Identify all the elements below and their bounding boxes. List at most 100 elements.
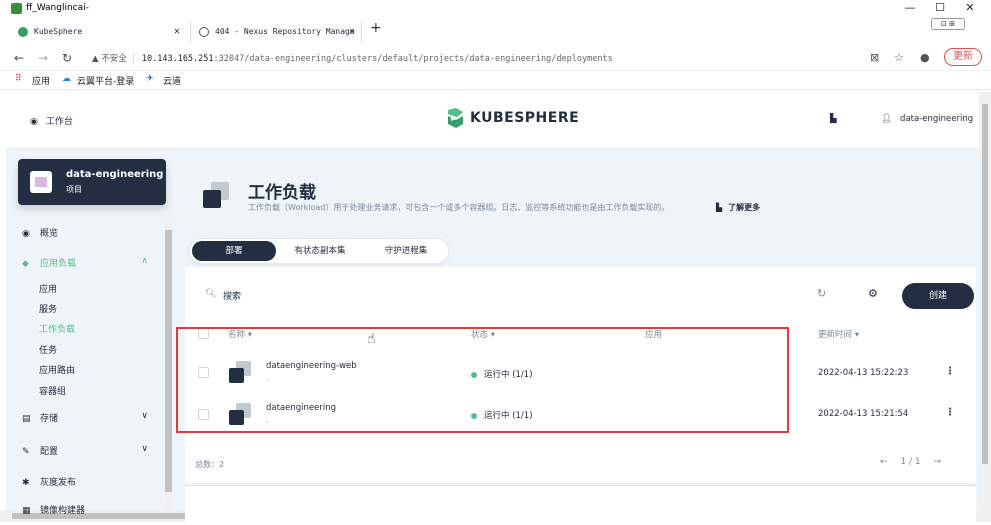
gear-icon[interactable]: ⚙	[868, 287, 878, 300]
tab-deployments[interactable]: 部署	[192, 241, 276, 261]
more-actions-icon[interactable]: ⋮	[945, 407, 955, 418]
sidebar-sub-workloads[interactable]: 工作负载	[39, 322, 75, 335]
lower-card	[185, 485, 976, 525]
sidebar-sub-routes[interactable]: 应用路由	[39, 363, 75, 376]
search-input[interactable]: 搜索	[223, 289, 241, 302]
hand-cursor-icon: ☝	[367, 331, 376, 347]
column-header-updated[interactable]: 更新时间 ▾	[818, 328, 859, 340]
chevron-down-icon: ∨	[141, 444, 148, 454]
cloud-icon: ☁	[62, 74, 71, 84]
chevron-up-icon: ∧	[141, 256, 148, 266]
url-field[interactable]: ▲ 不安全 | 10.143.165.251:32047/data-engineer…	[92, 52, 613, 64]
browser-tab-bar: KubeSphere ✕ 404 - Nexus Repository Mana…	[0, 17, 991, 44]
vertical-scrollbar[interactable]	[979, 92, 991, 510]
sidebar-sub-jobs[interactable]: 任务	[39, 343, 57, 356]
page-indicator: 1 / 1	[900, 457, 921, 467]
next-page-icon[interactable]: →	[934, 457, 942, 467]
workload-title-icon	[203, 182, 229, 208]
grayscale-icon: ✱	[22, 478, 30, 488]
sidebar-item-overview[interactable]: ◉ 概览	[18, 226, 158, 239]
bookmark-star-icon[interactable]: ☆	[894, 51, 904, 64]
project-icon	[30, 171, 52, 193]
app-workloads-icon: ◆	[22, 259, 29, 269]
tab-label: 404 - Nexus Repository Manage	[215, 27, 355, 36]
sidebar-scrollbar[interactable]	[165, 222, 172, 510]
window-title-bar: ff_Wanglincai- — ☐ ✕	[0, 0, 991, 17]
window-profile-icon[interactable]: ⊡ ⊞	[931, 18, 965, 30]
bookmark-apps[interactable]: 应用	[32, 74, 50, 87]
app-icon	[11, 3, 22, 14]
new-tab-button[interactable]: +	[370, 20, 382, 36]
config-icon: ✎	[22, 447, 30, 457]
workbench-link[interactable]: ◉ 工作台	[30, 114, 73, 127]
user-name[interactable]: data-engineering	[900, 114, 973, 124]
profile-avatar-icon[interactable]: ●	[920, 51, 930, 64]
close-tab-icon[interactable]: ✕	[349, 21, 355, 43]
nexus-favicon-icon	[199, 26, 209, 37]
close-tab-icon[interactable]: ✕	[174, 21, 180, 43]
chevron-down-icon: ∨	[141, 411, 148, 421]
book-icon: ▙	[716, 203, 723, 212]
workbench-icon: ◉	[30, 117, 38, 127]
highlight-annotation-box	[176, 327, 789, 433]
prev-page-icon[interactable]: ←	[880, 457, 888, 467]
pagination: ← 1 / 1 →	[880, 457, 941, 467]
refresh-icon[interactable]: ↻	[817, 287, 826, 300]
sidebar-sub-services[interactable]: 服务	[39, 302, 57, 315]
more-actions-icon[interactable]: ⋮	[945, 366, 955, 377]
address-bar: ← → ↻ ▲ 不安全 | 10.143.165.251:32047/data-en…	[0, 44, 991, 71]
overview-icon: ◉	[22, 229, 30, 239]
update-button[interactable]: 更新	[944, 48, 982, 66]
updated-time: 2022-04-13 15:22:23	[818, 368, 909, 378]
close-window-button[interactable]: ✕	[955, 0, 985, 17]
create-button[interactable]: 创建	[902, 283, 974, 309]
project-card[interactable]: data-engineering 项目	[18, 159, 166, 205]
maximize-button[interactable]: ☐	[925, 0, 955, 17]
sidebar-item-storage[interactable]: ▤ 存储 ∨	[18, 411, 158, 424]
reload-icon[interactable]: ↻	[62, 51, 72, 65]
project-type: 项目	[66, 185, 82, 194]
kubesphere-logo[interactable]: KUBESPHERE	[446, 108, 579, 128]
insecure-warning[interactable]: ▲ 不安全	[92, 54, 127, 64]
user-icon[interactable]: 👤︎	[881, 114, 892, 124]
page-description: 工作负载（Workload）用于处理业务请求，可包含一个或多个容器组。日志、监控…	[248, 203, 670, 212]
minimize-button[interactable]: —	[895, 0, 925, 17]
bookmark-cloud-login[interactable]: 云翼平台-登录	[77, 74, 134, 87]
sidebar-sub-apps[interactable]: 应用	[39, 282, 57, 295]
tab-statefulsets[interactable]: 有状态副本集	[278, 241, 362, 261]
tab-kubesphere[interactable]: KubeSphere ✕	[10, 21, 186, 43]
header-right: ▙ 👤︎ data-engineering	[830, 114, 973, 124]
apps-grid-icon[interactable]: ⠿	[15, 74, 22, 84]
url-path: :32047/data-engineering/clusters/default…	[213, 54, 613, 64]
bookmarks-bar: ⠿ 应用 ☁ 云翼平台-登录 ✈ 云道	[0, 71, 991, 90]
yundao-icon: ✈	[146, 74, 154, 84]
back-icon[interactable]: ←	[14, 51, 24, 65]
tab-nexus[interactable]: 404 - Nexus Repository Manage ✕	[190, 21, 362, 43]
project-name: data-engineering	[66, 169, 164, 180]
bookmark-yundao[interactable]: 云道	[163, 74, 181, 87]
kubesphere-favicon-icon	[18, 26, 28, 37]
translate-icon[interactable]: ⊠	[870, 51, 879, 64]
sidebar-sub-pods[interactable]: 容器组	[39, 384, 66, 397]
sidebar-item-grayscale[interactable]: ✱ 灰度发布	[18, 475, 158, 488]
storage-icon: ▤	[22, 414, 31, 424]
learn-more-link[interactable]: ▙ 了解更多	[716, 202, 760, 213]
page-title: 工作负载	[248, 183, 316, 203]
window-title: ff_Wanglincai-	[26, 3, 89, 13]
search-icon: 🔍︎	[205, 289, 217, 299]
sidebar-item-app-workloads[interactable]: ◆ 应用负载 ∧	[18, 256, 158, 269]
forward-icon[interactable]: →	[38, 51, 48, 65]
logo-text: KUBESPHERE	[470, 110, 580, 126]
tab-daemonsets[interactable]: 守护进程集	[364, 241, 448, 261]
sidebar-item-config[interactable]: ✎ 配置 ∨	[18, 444, 158, 457]
image-builder-icon: ▦	[22, 506, 31, 516]
total-count: 总数：2	[195, 460, 225, 469]
kubesphere-logo-icon	[448, 108, 463, 128]
updated-time: 2022-04-13 15:21:54	[818, 409, 909, 419]
url-host: 10.143.165.251	[141, 54, 214, 64]
ks-header: ◉ 工作台 KUBESPHERE ▙ 👤︎ data-engineering	[6, 92, 979, 147]
sidebar-item-image-builder[interactable]: ▦ 镜像构建器	[18, 503, 158, 516]
doc-icon[interactable]: ▙	[830, 114, 837, 124]
table-toolbar: 🔍︎ 搜索 ↻ ⚙ 创建	[185, 282, 976, 309]
workload-tabs: 部署 有状态副本集 守护进程集	[189, 238, 449, 264]
